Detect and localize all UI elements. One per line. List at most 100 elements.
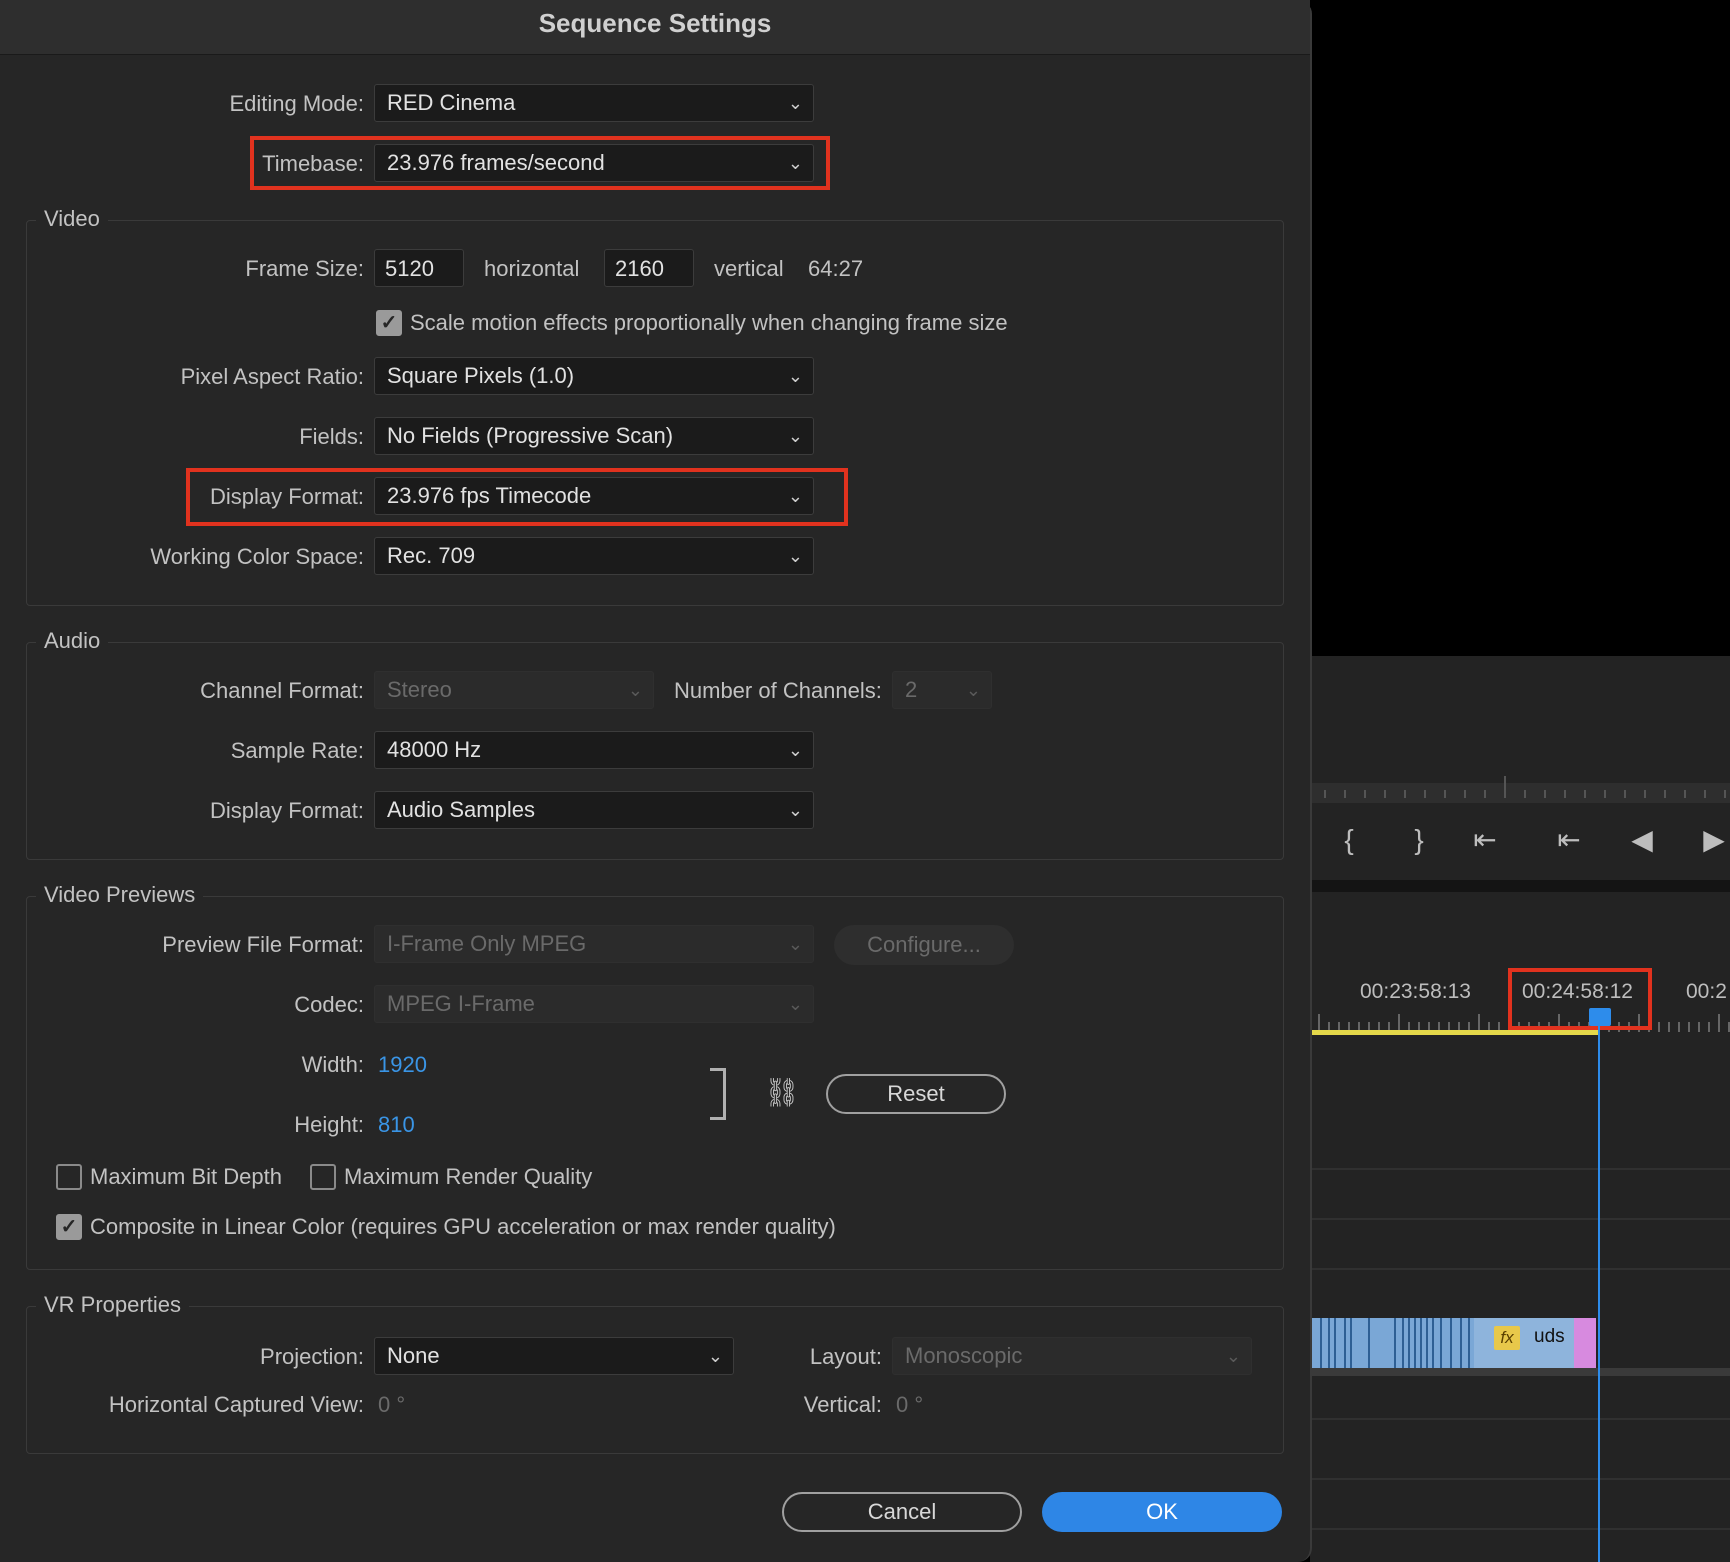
- fields-value: No Fields (Progressive Scan): [387, 423, 674, 448]
- link-chain-icon[interactable]: ⛓: [764, 1076, 800, 1109]
- preview-height-label: Height:: [294, 1112, 364, 1137]
- projection-select[interactable]: None ⌄: [374, 1337, 734, 1375]
- chevron-down-icon: ⌄: [787, 426, 803, 446]
- max-render-quality-label: Maximum Render Quality: [344, 1164, 593, 1189]
- chevron-down-icon: ⌄: [965, 680, 981, 700]
- preview-file-format-select[interactable]: I-Frame Only MPEG ⌄: [374, 925, 814, 963]
- clip-cut-line: [1334, 1318, 1336, 1368]
- clip-cut-line: [1408, 1318, 1410, 1368]
- pixel-aspect-label: Pixel Aspect Ratio:: [180, 364, 364, 389]
- clip-cut-line: [1414, 1318, 1416, 1368]
- editing-mode-label: Editing Mode:: [229, 91, 364, 116]
- horizontal-captured-view-value: 0 °: [378, 1392, 406, 1417]
- audio-display-format-value: Audio Samples: [387, 797, 535, 822]
- horizontal-captured-view-label: Horizontal Captured View:: [108, 1392, 364, 1417]
- sample-rate-select[interactable]: 48000 Hz ⌄: [374, 731, 814, 769]
- ruler-tick: [1684, 790, 1686, 798]
- ruler-tick: [1718, 1014, 1720, 1032]
- transport-controls: { } ⇤ ⇤ ◀ ▶: [1310, 810, 1730, 870]
- ruler-tick: [1678, 1022, 1680, 1032]
- mark-in-icon[interactable]: {: [1334, 810, 1364, 870]
- num-channels-select[interactable]: 2 ⌄: [892, 671, 992, 709]
- timecode-label: 00:2: [1686, 980, 1727, 1003]
- track-divider: [1310, 1268, 1730, 1270]
- clip-cut-line: [1460, 1318, 1462, 1368]
- track-divider: [1310, 1528, 1730, 1530]
- play-icon[interactable]: ▶: [1694, 810, 1730, 870]
- step-back-icon[interactable]: ◀: [1622, 810, 1662, 870]
- num-channels-label: Number of Channels:: [674, 678, 882, 703]
- clip-cut-line: [1394, 1318, 1396, 1368]
- aspect-ratio-value: 64:27: [808, 256, 864, 281]
- preview-width-value[interactable]: 1920: [378, 1052, 427, 1078]
- editing-mode-select[interactable]: RED Cinema ⌄: [374, 84, 814, 122]
- chevron-down-icon: ⌄: [787, 546, 803, 566]
- horizontal-label: horizontal: [484, 256, 580, 281]
- clip-cut-line: [1450, 1318, 1452, 1368]
- linear-color-checkbox[interactable]: ✓: [56, 1214, 82, 1240]
- sample-rate-value: 48000 Hz: [387, 737, 482, 762]
- color-space-select[interactable]: Rec. 709 ⌄: [374, 537, 814, 575]
- color-space-value: Rec. 709: [387, 543, 476, 568]
- chevron-down-icon: ⌄: [787, 800, 803, 820]
- clip-cut-line: [1420, 1318, 1422, 1368]
- linear-color-label: Composite in Linear Color (requires GPU …: [90, 1214, 836, 1239]
- preview-file-format-label: Preview File Format:: [162, 932, 364, 957]
- max-bit-depth-checkbox[interactable]: [56, 1164, 82, 1190]
- ruler-tick: [1668, 1022, 1670, 1032]
- cancel-button[interactable]: Cancel: [782, 1492, 1022, 1532]
- ruler-tick: [1704, 790, 1706, 798]
- track-divider: [1310, 1218, 1730, 1220]
- ruler-tick: [1344, 790, 1346, 798]
- channel-format-select[interactable]: Stereo ⌄: [374, 671, 654, 709]
- highlight-box: [250, 136, 830, 190]
- frame-height-input[interactable]: 2160: [604, 249, 694, 287]
- editing-mode-value: RED Cinema: [387, 90, 516, 115]
- clip-cut-line: [1320, 1318, 1322, 1368]
- ruler-tick: [1324, 790, 1326, 798]
- ruler-tick: [1688, 1022, 1690, 1032]
- chevron-down-icon: ⌄: [1225, 1346, 1241, 1366]
- playhead-handle[interactable]: [1589, 1008, 1611, 1026]
- audio-display-format-select[interactable]: Audio Samples ⌄: [374, 791, 814, 829]
- pixel-aspect-value: Square Pixels (1.0): [387, 363, 575, 388]
- layout-select[interactable]: Monoscopic ⌄: [892, 1337, 1252, 1375]
- max-render-quality-checkbox[interactable]: [310, 1164, 336, 1190]
- reset-button[interactable]: Reset: [826, 1074, 1006, 1114]
- vertical-label: vertical: [714, 256, 784, 281]
- sample-rate-label: Sample Rate:: [230, 738, 364, 763]
- ruler-tick: [1724, 790, 1726, 798]
- ruler-tick: [1484, 790, 1486, 798]
- chevron-down-icon: ⌄: [787, 994, 803, 1014]
- panel-divider: [1310, 880, 1730, 892]
- timecode-label: 00:23:58:13: [1360, 980, 1471, 1003]
- highlight-box: [1508, 968, 1652, 1030]
- ruler-tick: [1504, 776, 1506, 798]
- monitor-ruler: [1310, 770, 1730, 804]
- ok-button[interactable]: OK: [1042, 1492, 1282, 1532]
- highlight-box: [186, 468, 848, 526]
- codec-select[interactable]: MPEG I-Frame ⌄: [374, 985, 814, 1023]
- chevron-down-icon: ⌄: [787, 366, 803, 386]
- channel-format-label: Channel Format:: [200, 678, 364, 703]
- preview-file-format-value: I-Frame Only MPEG: [387, 931, 587, 956]
- configure-button[interactable]: Configure...: [834, 925, 1014, 965]
- go-to-previous-edit-icon[interactable]: ⇤: [1544, 810, 1594, 870]
- pixel-aspect-select[interactable]: Square Pixels (1.0) ⌄: [374, 357, 814, 395]
- playhead-line: [1598, 1026, 1600, 1562]
- num-channels-value: 2: [905, 677, 918, 702]
- ruler-tick: [1424, 790, 1426, 798]
- frame-width-input[interactable]: 5120: [374, 249, 464, 287]
- mark-out-icon[interactable]: }: [1404, 810, 1434, 870]
- clip-cut-line: [1402, 1318, 1404, 1368]
- preview-height-value[interactable]: 810: [378, 1112, 415, 1138]
- sequence-settings-dialog: Sequence Settings Editing Mode: RED Cine…: [0, 0, 1312, 1562]
- go-to-in-icon[interactable]: ⇤: [1460, 810, 1510, 870]
- ruler-tick: [1698, 1022, 1700, 1032]
- codec-value: MPEG I-Frame: [387, 991, 535, 1016]
- fields-select[interactable]: No Fields (Progressive Scan) ⌄: [374, 417, 814, 455]
- scale-motion-checkbox[interactable]: ✓: [376, 310, 402, 336]
- ruler-tick: [1664, 790, 1666, 798]
- timeline-clip-transition[interactable]: [1574, 1318, 1596, 1368]
- ruler-tick: [1384, 790, 1386, 798]
